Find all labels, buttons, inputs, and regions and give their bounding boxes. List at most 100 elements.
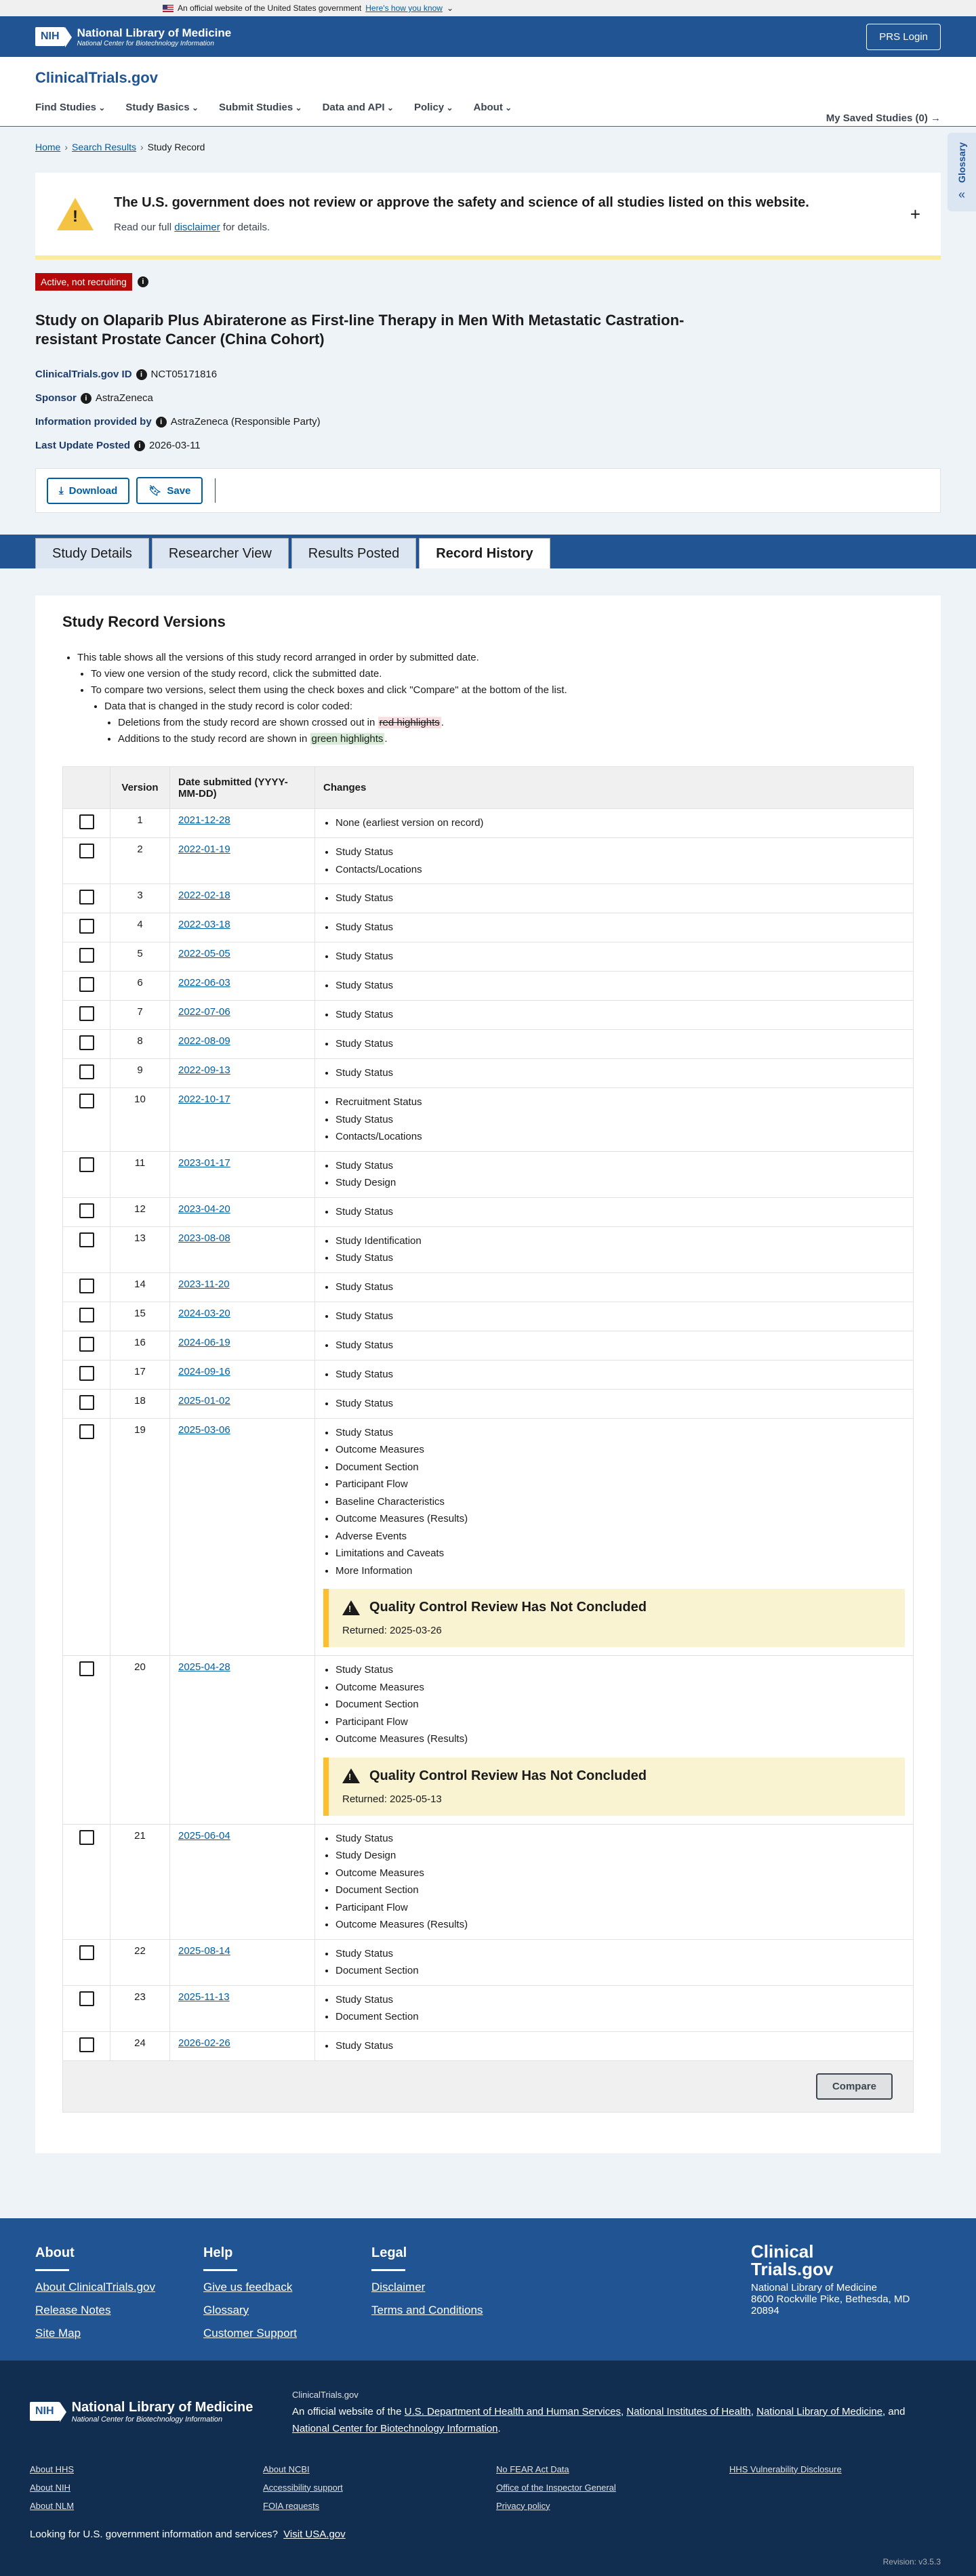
nav-item[interactable]: Find Studies (35, 102, 105, 113)
version-date-link[interactable]: 2022-10-17 (178, 1094, 230, 1105)
nih-link[interactable]: National Institutes of Health (626, 2406, 750, 2417)
version-checkbox[interactable] (79, 1336, 94, 1352)
nlm-logo[interactable]: NIH National Library of Medicine Nationa… (35, 26, 231, 47)
download-button[interactable]: ⤓ Download (47, 477, 130, 504)
footer-link[interactable]: Release Notes (35, 2304, 203, 2317)
version-date-link[interactable]: 2021-12-28 (178, 814, 230, 826)
version-date-link[interactable]: 2023-11-20 (178, 1279, 230, 1290)
version-checkbox[interactable] (79, 1945, 94, 1960)
version-checkbox[interactable] (79, 1307, 94, 1323)
footer-logo[interactable]: Clinical Trials.gov (751, 2243, 927, 2278)
glossary-tab[interactable]: Glossary « (948, 133, 976, 211)
nlm-footer-link[interactable]: Office of the Inspector General (496, 2482, 729, 2493)
save-button[interactable]: 🔖︎ Save (136, 477, 203, 504)
version-date-link[interactable]: 2024-06-19 (178, 1337, 230, 1348)
version-date-link[interactable]: 2023-04-20 (178, 1203, 230, 1215)
nlm-link[interactable]: National Library of Medicine (756, 2406, 882, 2417)
nav-item[interactable]: Study Basics (125, 102, 199, 113)
version-date-link[interactable]: 2022-05-05 (178, 948, 230, 959)
tab-record-history[interactable]: Record History (419, 538, 550, 568)
version-checkbox[interactable] (79, 1157, 94, 1172)
nlm-footer-link[interactable]: Privacy policy (496, 2501, 729, 2511)
version-checkbox[interactable] (79, 1035, 94, 1050)
version-checkbox[interactable] (79, 977, 94, 992)
my-saved-studies-link[interactable]: My Saved Studies (0) → (826, 112, 941, 124)
footer-link[interactable]: Customer Support (203, 2327, 371, 2340)
footer-link[interactable]: Give us feedback (203, 2281, 371, 2294)
expand-plus-icon[interactable]: + (910, 204, 920, 225)
nlm-footer-link[interactable]: No FEAR Act Data (496, 2464, 729, 2474)
version-date-link[interactable]: 2022-01-19 (178, 844, 230, 855)
nlm-footer-link[interactable]: FOIA requests (263, 2501, 496, 2511)
info-icon[interactable]: i (80, 392, 92, 404)
version-checkbox[interactable] (79, 1094, 94, 1108)
version-date-link[interactable]: 2022-02-18 (178, 890, 230, 901)
version-date-link[interactable]: 2024-03-20 (178, 1308, 230, 1319)
version-checkbox[interactable] (79, 814, 94, 829)
version-date-link[interactable]: 2025-03-06 (178, 1424, 230, 1436)
nlm-footer-link[interactable]: About NCBI (263, 2464, 496, 2474)
version-date-link[interactable]: 2022-03-18 (178, 919, 230, 930)
footer-link[interactable]: Terms and Conditions (371, 2304, 540, 2317)
nlm-footer-link[interactable]: About HHS (30, 2464, 263, 2474)
footer-link[interactable]: Disclaimer (371, 2281, 540, 2294)
info-icon[interactable]: i (155, 416, 167, 428)
tab-study-details[interactable]: Study Details (35, 538, 149, 568)
version-date-link[interactable]: 2025-08-14 (178, 1945, 230, 1957)
breadcrumb-search-results[interactable]: Search Results (72, 142, 136, 152)
version-date-link[interactable]: 2024-09-16 (178, 1366, 230, 1377)
version-date-link[interactable]: 2023-01-17 (178, 1157, 230, 1169)
usa-gov-link[interactable]: Visit USA.gov (283, 2529, 345, 2540)
nav-item[interactable]: Submit Studies (219, 102, 302, 113)
version-date-link[interactable]: 2022-08-09 (178, 1035, 230, 1047)
version-date-link[interactable]: 2026-02-26 (178, 2037, 230, 2049)
nlm-footer-link[interactable]: HHS Vulnerability Disclosure (729, 2464, 962, 2474)
version-date-link[interactable]: 2025-04-28 (178, 1661, 230, 1673)
breadcrumb-home[interactable]: Home (35, 142, 60, 152)
version-checkbox[interactable] (79, 1424, 94, 1439)
ncbi-link[interactable]: National Center for Biotechnology Inform… (292, 2423, 498, 2434)
footer-link[interactable]: About ClinicalTrials.gov (35, 2281, 203, 2294)
version-date-link[interactable]: 2025-11-13 (178, 1991, 230, 2003)
version-checkbox[interactable] (79, 1203, 94, 1218)
footer-link[interactable]: Glossary (203, 2304, 371, 2317)
version-checkbox[interactable] (79, 1991, 94, 2006)
version-checkbox[interactable] (79, 1006, 94, 1021)
version-checkbox[interactable] (79, 890, 94, 905)
version-checkbox[interactable] (79, 1365, 94, 1381)
version-date-link[interactable]: 2022-06-03 (178, 977, 230, 989)
hhs-link[interactable]: U.S. Department of Health and Human Serv… (405, 2406, 621, 2417)
version-date-link[interactable]: 2022-07-06 (178, 1006, 230, 1018)
version-checkbox[interactable] (79, 1661, 94, 1676)
version-checkbox[interactable] (79, 919, 94, 934)
version-date-link[interactable]: 2025-01-02 (178, 1395, 230, 1407)
version-checkbox[interactable] (79, 1232, 94, 1247)
info-icon[interactable]: i (136, 369, 147, 380)
version-checkbox[interactable] (79, 948, 94, 963)
version-checkbox[interactable] (79, 1278, 94, 1293)
tab-researcher-view[interactable]: Researcher View (151, 538, 289, 568)
version-date-link[interactable]: 2025-06-04 (178, 1830, 230, 1842)
site-logo[interactable]: ClinicalTrials.gov (35, 69, 941, 87)
nav-item[interactable]: About (474, 102, 512, 113)
nav-item[interactable]: Data and API (323, 102, 394, 113)
nlm-footer-link[interactable]: About NLM (30, 2501, 263, 2511)
info-icon[interactable]: i (137, 276, 148, 287)
prs-login-button[interactable]: PRS Login (866, 23, 941, 50)
footer-link[interactable]: Site Map (35, 2327, 203, 2340)
info-icon[interactable]: i (134, 440, 146, 451)
version-date-link[interactable]: 2023-08-08 (178, 1232, 230, 1244)
version-checkbox[interactable] (79, 1829, 94, 1845)
version-checkbox[interactable] (79, 1064, 94, 1079)
version-checkbox[interactable] (79, 2037, 94, 2052)
nav-item[interactable]: Policy (414, 102, 453, 113)
disclaimer-link[interactable]: disclaimer (174, 222, 220, 233)
compare-button[interactable]: Compare (815, 2073, 893, 2100)
nlm-footer-link[interactable]: About NIH (30, 2482, 263, 2493)
version-checkbox[interactable] (79, 1394, 94, 1410)
version-checkbox[interactable] (79, 844, 94, 858)
version-date-link[interactable]: 2022-09-13 (178, 1064, 230, 1076)
nlm-footer-logo[interactable]: NIH National Library of Medicine Nationa… (30, 2386, 292, 2437)
gov-banner-link[interactable]: Here's how you know (365, 3, 443, 13)
nlm-footer-link[interactable]: Accessibility support (263, 2482, 496, 2493)
